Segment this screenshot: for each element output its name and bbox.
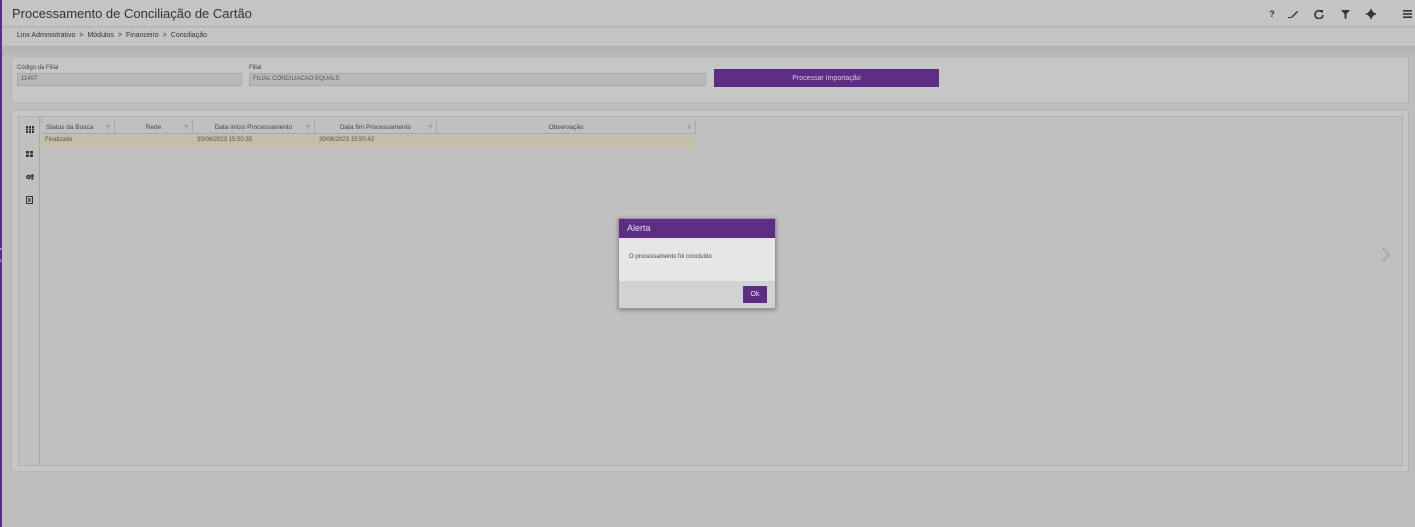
filter-icon[interactable]: ▿ bbox=[184, 123, 188, 131]
next-arrow-icon[interactable]: › bbox=[1380, 234, 1391, 273]
breadcrumb-item-modulos[interactable]: Módulos bbox=[87, 32, 113, 39]
cell-inicio: 30/06/2023 15:50:35 bbox=[197, 137, 253, 143]
cell-fim: 30/06/2023 15:50:42 bbox=[319, 137, 375, 143]
cell-status: Finalizado bbox=[45, 137, 73, 143]
column-header-label: Observação bbox=[548, 123, 584, 131]
grid-sidebar bbox=[19, 117, 40, 465]
menu-icon[interactable] bbox=[1399, 6, 1415, 22]
breadcrumb-separator: > bbox=[117, 32, 123, 39]
filter-icon[interactable]: ▿ bbox=[428, 123, 432, 131]
table-row[interactable]: Finalizado 30/06/2023 15:50:35 30/06/202… bbox=[41, 135, 696, 147]
help-glyph: ? bbox=[1269, 9, 1275, 19]
filial-input[interactable]: FILIAL CONCILIACAO EQUALS bbox=[249, 73, 706, 86]
divider-strip bbox=[2, 47, 1415, 55]
prev-arrow-icon[interactable]: ‹ bbox=[0, 234, 3, 273]
codigo-filial-label: Código da Filial bbox=[17, 65, 59, 71]
breadcrumb-bar: Linx Administrativo > Módulos > Financei… bbox=[2, 28, 1415, 47]
breadcrumb: Linx Administrativo > Módulos > Financei… bbox=[17, 32, 207, 39]
filter-icon[interactable] bbox=[1337, 6, 1353, 22]
column-header-label: Data fim Processamento bbox=[339, 123, 412, 131]
process-import-button[interactable]: Processar Importação bbox=[714, 69, 939, 87]
page-header: Processamento de Conciliação de Cartão ? bbox=[2, 0, 1415, 27]
filter-panel: Código da Filial 11407 Filial FILIAL CON… bbox=[11, 57, 1409, 103]
codigo-filial-input[interactable]: 11407 bbox=[17, 73, 242, 86]
refresh-icon[interactable] bbox=[1311, 6, 1327, 22]
layout-icon[interactable] bbox=[24, 148, 35, 159]
ok-button[interactable]: Ok bbox=[743, 286, 767, 303]
filter-icon[interactable]: ▿ bbox=[106, 123, 110, 131]
toolbar: ? bbox=[1215, 0, 1415, 27]
column-header-status[interactable]: Status da Busca ▿ bbox=[41, 120, 115, 134]
column-header-observacao[interactable]: Observação ▿ bbox=[437, 120, 696, 134]
help-icon[interactable]: ? bbox=[1264, 6, 1280, 22]
group-icon[interactable] bbox=[24, 171, 35, 182]
column-header-label: Rede bbox=[145, 123, 162, 131]
column-header-fim[interactable]: Data fim Processamento ▿ bbox=[315, 120, 437, 134]
grid-icon[interactable] bbox=[24, 124, 35, 135]
breadcrumb-item-conciliacao[interactable]: Conciliação bbox=[171, 32, 207, 39]
cell-observacao bbox=[437, 135, 696, 147]
breadcrumb-separator: > bbox=[79, 32, 84, 39]
page-title: Processamento de Conciliação de Cartão bbox=[12, 6, 252, 21]
eraser-icon[interactable] bbox=[1285, 6, 1301, 22]
breadcrumb-item-linx[interactable]: Linx Administrativo bbox=[17, 32, 75, 39]
breadcrumb-separator: > bbox=[162, 32, 167, 39]
column-header-rede[interactable]: Rede ▿ bbox=[115, 120, 193, 134]
gear-icon[interactable] bbox=[1363, 6, 1379, 22]
column-header-inicio[interactable]: Data início Processamento ▿ bbox=[193, 120, 315, 134]
filter-icon[interactable]: ▿ bbox=[687, 123, 691, 131]
filial-label: Filial bbox=[249, 65, 262, 71]
column-header-label: Status da Busca bbox=[46, 123, 94, 131]
column-header-label: Data início Processamento bbox=[214, 123, 293, 131]
table-header: Status da Busca ▿ Rede ▿ Data início Pro… bbox=[41, 120, 696, 134]
dialog-title: Alerta bbox=[619, 219, 775, 238]
dialog-footer: Ok bbox=[619, 281, 775, 308]
alert-dialog: Alerta O processamento foi concluído Ok bbox=[618, 218, 776, 309]
dialog-message: O processamento foi concluído bbox=[619, 238, 775, 281]
export-icon[interactable] bbox=[24, 194, 35, 205]
filter-icon[interactable]: ▿ bbox=[306, 123, 310, 131]
breadcrumb-item-financeiro[interactable]: Financeiro bbox=[126, 32, 159, 39]
